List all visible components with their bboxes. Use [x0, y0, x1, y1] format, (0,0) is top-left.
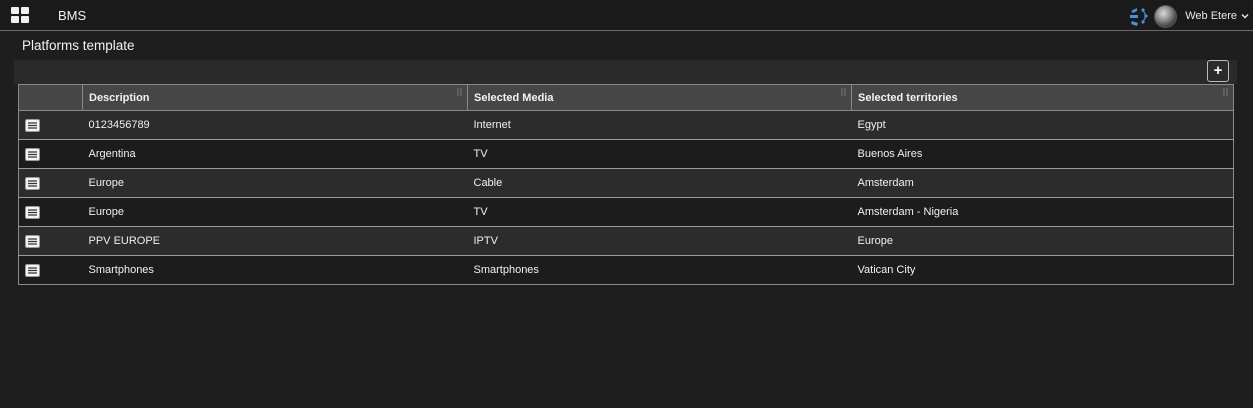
hamburger-menu-icon[interactable]: [25, 205, 40, 219]
user-menu[interactable]: Web Etere: [1128, 4, 1249, 28]
table-row[interactable]: 0123456789 Internet Egypt: [18, 110, 1234, 140]
table-row[interactable]: Europe TV Amsterdam - Nigeria: [18, 197, 1234, 227]
column-header-description[interactable]: Description: [82, 84, 468, 111]
hamburger-menu-icon[interactable]: [25, 118, 40, 132]
table-row[interactable]: Argentina TV Buenos Aires: [18, 139, 1234, 169]
media-cell: TV: [467, 197, 852, 227]
hamburger-menu-icon[interactable]: [25, 147, 40, 161]
table-row[interactable]: Europe Cable Amsterdam: [18, 168, 1234, 198]
sort-icon[interactable]: [1223, 88, 1229, 96]
hamburger-menu-icon[interactable]: [25, 176, 40, 190]
add-button[interactable]: +: [1207, 60, 1229, 82]
chevron-down-icon[interactable]: [1241, 12, 1249, 20]
media-cell: Cable: [467, 168, 852, 198]
territories-cell: Buenos Aires: [851, 139, 1234, 169]
row-actions-cell: [18, 197, 83, 227]
hamburger-menu-icon[interactable]: [25, 234, 40, 248]
column-header-label: Description: [89, 91, 150, 104]
column-header-label: Selected territories: [858, 91, 958, 104]
description-cell: Europe: [82, 168, 468, 198]
territories-cell: Amsterdam: [851, 168, 1234, 198]
app-title: BMS: [58, 8, 87, 23]
row-actions-cell: [18, 255, 83, 285]
row-actions-cell: [18, 139, 83, 169]
territories-cell: Vatican City: [851, 255, 1234, 285]
territories-cell: Europe: [851, 226, 1234, 256]
column-header-selected-media[interactable]: Selected Media: [467, 84, 852, 111]
territories-cell: Amsterdam - Nigeria: [851, 197, 1234, 227]
description-cell: Europe: [82, 197, 468, 227]
territories-cell: Egypt: [851, 110, 1234, 140]
media-cell: TV: [467, 139, 852, 169]
description-cell: Smartphones: [82, 255, 468, 285]
apps-grid-icon[interactable]: [11, 7, 29, 23]
user-avatar[interactable]: [1154, 4, 1178, 28]
media-cell: Internet: [467, 110, 852, 140]
row-actions-cell: [18, 226, 83, 256]
user-name[interactable]: Web Etere: [1185, 10, 1237, 22]
row-actions-cell: [18, 110, 83, 140]
media-cell: Smartphones: [467, 255, 852, 285]
media-cell: IPTV: [467, 226, 852, 256]
etere-brand-icon: [1130, 8, 1148, 26]
sort-icon[interactable]: [457, 88, 463, 96]
table-row[interactable]: PPV EUROPE IPTV Europe: [18, 226, 1234, 256]
column-header-selected-territories[interactable]: Selected territories: [851, 84, 1234, 111]
page-title: Platforms template: [22, 38, 135, 53]
plus-icon: +: [1213, 62, 1223, 79]
description-cell: 0123456789: [82, 110, 468, 140]
column-header-actions: [18, 84, 83, 111]
sort-icon[interactable]: [841, 88, 847, 96]
description-cell: PPV EUROPE: [82, 226, 468, 256]
table-header-row: Description Selected Media Selected terr…: [18, 84, 1234, 111]
table-row[interactable]: Smartphones Smartphones Vatican City: [18, 255, 1234, 285]
description-cell: Argentina: [82, 139, 468, 169]
column-header-label: Selected Media: [474, 91, 554, 104]
row-actions-cell: [18, 168, 83, 198]
hamburger-menu-icon[interactable]: [25, 263, 40, 277]
platforms-table: Description Selected Media Selected terr…: [18, 84, 1234, 285]
top-bar: BMS Web Etere: [0, 0, 1253, 31]
grid-toolbar: [14, 60, 1237, 84]
